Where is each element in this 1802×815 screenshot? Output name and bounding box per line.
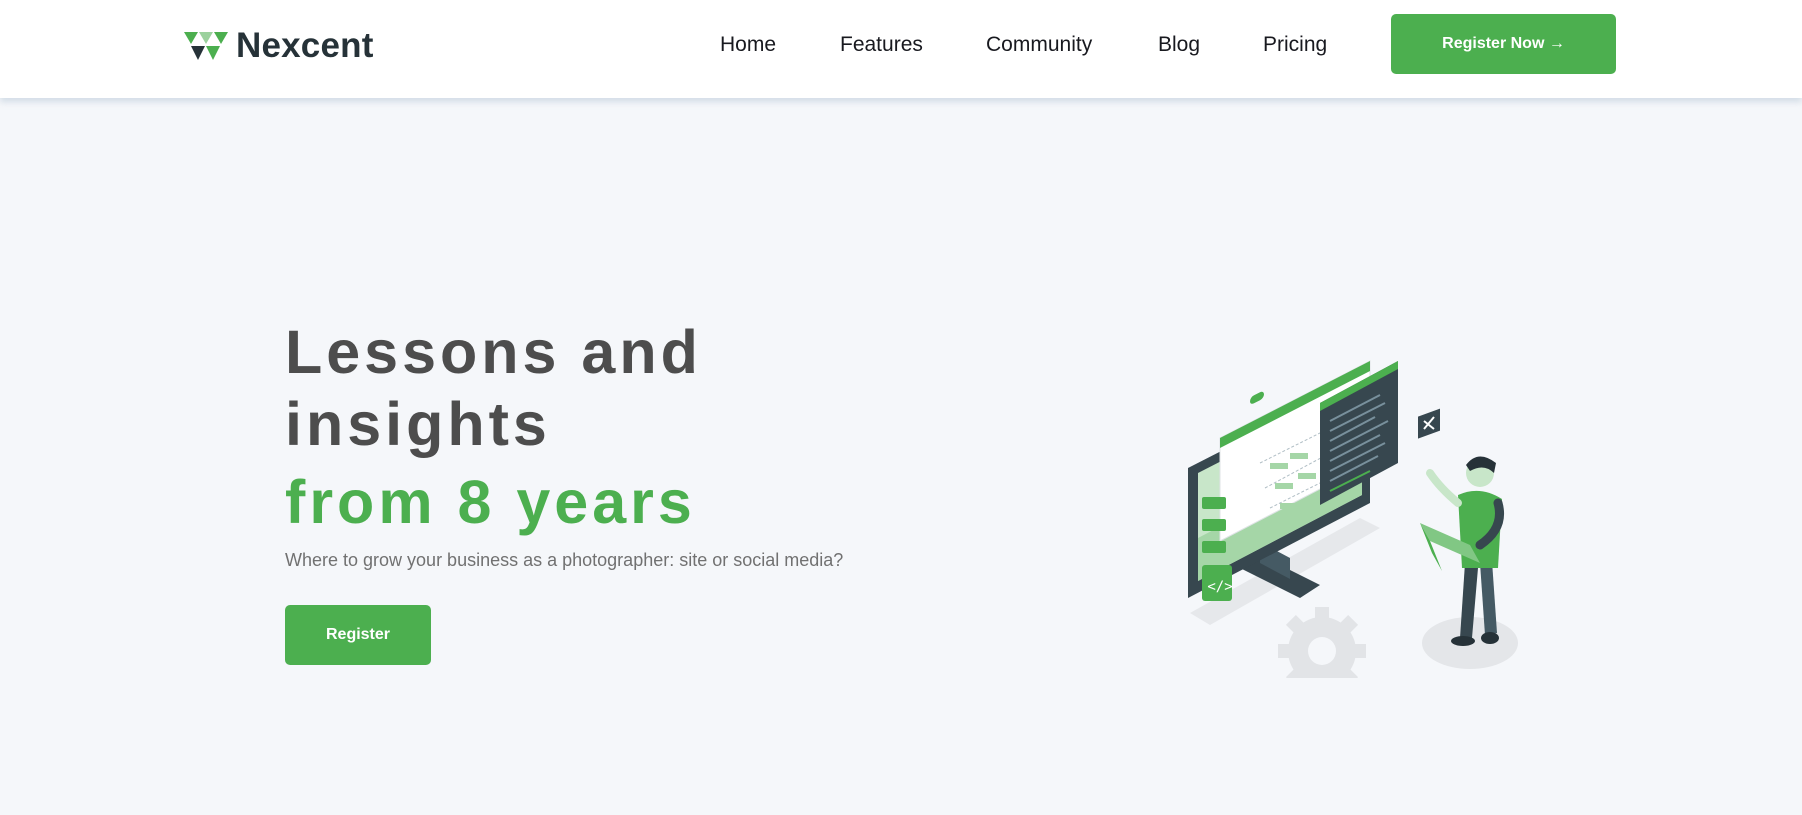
register-now-button[interactable]: Register Now → — [1391, 14, 1616, 74]
hero-highlight: from 8 years — [285, 468, 696, 536]
register-button[interactable]: Register — [285, 605, 431, 665]
triangle-logo-icon — [184, 32, 228, 60]
nav-link-community[interactable]: Community — [986, 31, 1092, 59]
hero-subtitle: Where to grow your business as a photogr… — [285, 550, 844, 570]
hero-title: Lessons and insights — [285, 318, 702, 458]
nav-link-blog[interactable]: Blog — [1158, 31, 1200, 59]
svg-text:</>: </> — [1207, 579, 1232, 595]
nav-link-home[interactable]: Home — [720, 31, 776, 59]
hero-section: Lessons and insights from 8 years Where … — [0, 98, 1802, 815]
nav-link-features[interactable]: Features — [840, 31, 923, 59]
gear-icon — [1278, 607, 1366, 678]
brand-name: Nexcent — [236, 26, 374, 65]
nav-link-pricing[interactable]: Pricing — [1263, 31, 1327, 59]
top-navbar: Nexcent Home Features Community Blog Pri… — [0, 0, 1802, 98]
brand-logo[interactable]: Nexcent — [184, 26, 374, 66]
close-icon — [1418, 408, 1440, 439]
developer-with-monitor-illustration: </> — [1188, 360, 1518, 678]
